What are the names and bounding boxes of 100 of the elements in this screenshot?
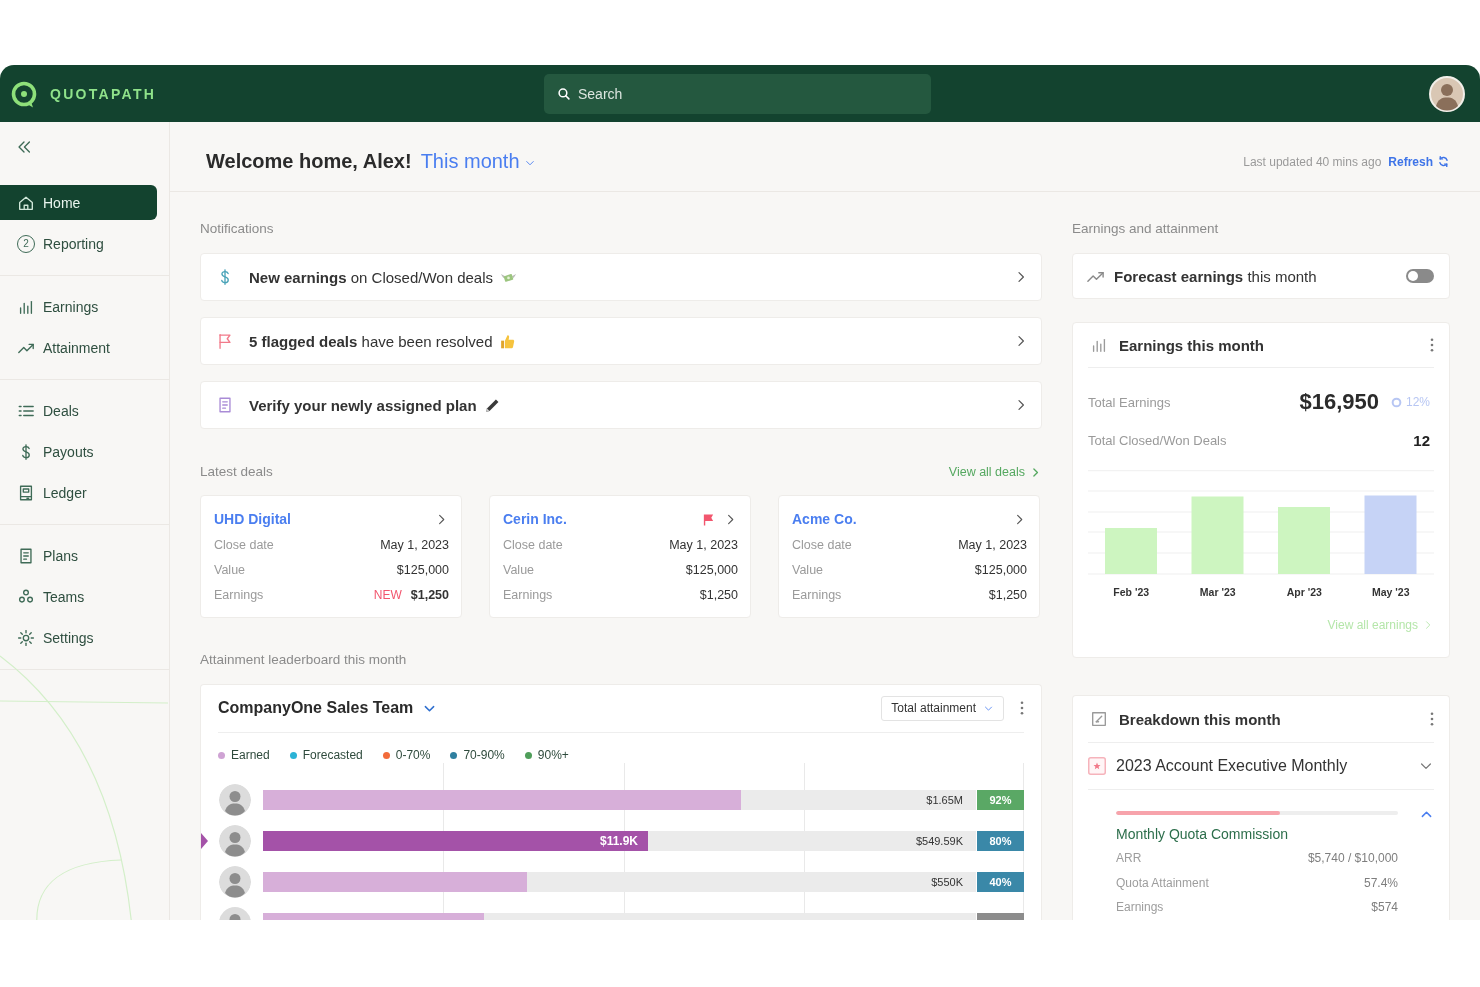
pointer-icon [201, 832, 208, 849]
sidebar-item[interactable]: Teams [0, 579, 157, 614]
card-title: Breakdown this month [1119, 710, 1281, 728]
month-label: May '23 [1372, 586, 1410, 598]
notification-item[interactable]: Verify your newly assigned plan [200, 381, 1042, 429]
bar-chart-icon [1090, 336, 1108, 354]
new-label: NEW [373, 587, 402, 602]
field-label: Earnings [792, 587, 842, 602]
field-label: Earnings [1116, 900, 1164, 915]
field-label: ARR [1116, 851, 1142, 866]
field-value: May 1, 2023 [669, 537, 738, 552]
legend-label: Earned [231, 748, 270, 762]
sidebar-item[interactable]: 2 Reporting [0, 226, 157, 261]
total-amount: $1.65M [926, 793, 964, 806]
legend-label: 70-90% [463, 748, 505, 762]
sidebar-item[interactable]: Attainment [0, 330, 157, 365]
attainment-percent: 40% [977, 871, 1024, 892]
field-label: Close date [503, 537, 563, 552]
field-value: $1,250 [699, 587, 738, 602]
deal-name-link[interactable]: Acme Co. [792, 511, 857, 527]
legend-label: 0-70% [395, 748, 431, 762]
edit-square-icon [1090, 710, 1108, 728]
flag-icon [216, 332, 234, 350]
legend-label: 90%+ [537, 748, 569, 762]
forecast-label: Forecast earnings this month [1114, 267, 1317, 285]
more-icon[interactable] [1430, 338, 1434, 352]
logo-icon [10, 79, 38, 108]
settings-icon [17, 628, 35, 647]
sidebar-item[interactable]: Payouts [0, 434, 157, 469]
attainment-percent: 80% [977, 830, 1024, 851]
total-amount: $550K [931, 875, 964, 888]
refresh-link[interactable]: Refresh [1388, 154, 1450, 169]
field-label: Value [792, 562, 824, 577]
field-value: $1,250 [988, 587, 1027, 602]
deal-name-link[interactable]: Cerin Inc. [503, 511, 567, 527]
total-amount: $549.59K [915, 834, 964, 847]
field-value: 57.4% [1363, 875, 1398, 890]
brand-name: QUOTAPATH [50, 85, 157, 102]
field-value: $1,250 [410, 587, 449, 602]
page-title: Welcome home, Alex! [206, 150, 412, 173]
field-value: $125,000 [396, 562, 449, 577]
metric-dropdown[interactable]: Total attainment [881, 695, 1004, 721]
field-value: May 1, 2023 [958, 537, 1027, 552]
stat-label: Total Earnings [1088, 394, 1171, 410]
field-label: Earnings [503, 587, 553, 602]
section-title: Latest deals [200, 463, 273, 481]
card-title: Earnings this month [1119, 336, 1264, 354]
attainment-percent: 92% [977, 789, 1024, 810]
component-name: Monthly Quota Commission [1116, 826, 1289, 842]
section-title: Attainment leaderboard this month [200, 651, 408, 669]
avatar [219, 783, 251, 816]
sidebar-item[interactable]: Home [0, 185, 157, 220]
document-icon [216, 396, 234, 414]
refresh-icon [1437, 155, 1450, 168]
sidebar-item[interactable]: Settings [0, 620, 157, 655]
notification-item[interactable]: New earnings on Closed/Won deals [200, 253, 1042, 301]
change-percent: 12% [1405, 395, 1430, 409]
field-value: $125,000 [974, 562, 1027, 577]
month-label: Mar '23 [1199, 586, 1236, 598]
last-updated-text: Last updated 40 mins ago [1243, 154, 1382, 169]
section-title: Earnings and attainment [1072, 220, 1220, 238]
field-label: Close date [792, 537, 852, 552]
sidebar-item[interactable]: Plans [0, 538, 157, 573]
toggle-switch[interactable] [1406, 269, 1434, 283]
field-label: Value [214, 562, 246, 577]
avatar [219, 824, 251, 857]
sidebar-item[interactable]: Deals [0, 393, 157, 428]
more-icon[interactable] [1020, 701, 1024, 715]
bar-value-label: $11.9K [599, 833, 639, 848]
user-avatar[interactable] [1429, 75, 1465, 112]
total-earnings-value: $16,950 [1299, 389, 1379, 415]
stat-value: 12 [1413, 431, 1430, 449]
field-label: Value [503, 562, 535, 577]
thumbs-up-icon [499, 332, 517, 350]
section-title: Notifications [200, 220, 275, 238]
document-icon [17, 546, 35, 565]
month-label: Feb '23 [1113, 586, 1150, 598]
field-label: Close date [214, 537, 274, 552]
deal-name-link[interactable]: UHD Digital [214, 511, 291, 527]
sidebar-item[interactable]: Ledger [0, 475, 157, 510]
stat-label: Total Closed/Won Deals [1088, 432, 1227, 448]
plan-name: 2023 Account Executive Monthly [1116, 757, 1348, 775]
field-label: Earnings [214, 587, 264, 602]
ledger-icon [17, 483, 35, 502]
sidebar-item[interactable]: Earnings [0, 289, 157, 324]
field-label: Quota Attainment [1116, 875, 1209, 890]
notification-item[interactable]: 5 flagged deals have been resolved [200, 317, 1042, 365]
field-value: $125,000 [685, 562, 738, 577]
ring-icon [1390, 396, 1402, 408]
legend-label: Forecasted [302, 748, 363, 762]
month-label: Apr '23 [1286, 586, 1322, 598]
more-icon[interactable] [1430, 712, 1434, 726]
search-icon [557, 86, 571, 101]
team-dropdown[interactable]: CompanyOne Sales Team [218, 699, 438, 717]
avatar [219, 865, 251, 898]
avatar [219, 907, 251, 920]
period-dropdown[interactable]: This month [420, 150, 536, 173]
search-field[interactable]: Search [544, 73, 931, 114]
people-icon [17, 587, 35, 606]
field-value: $574 [1371, 900, 1398, 915]
